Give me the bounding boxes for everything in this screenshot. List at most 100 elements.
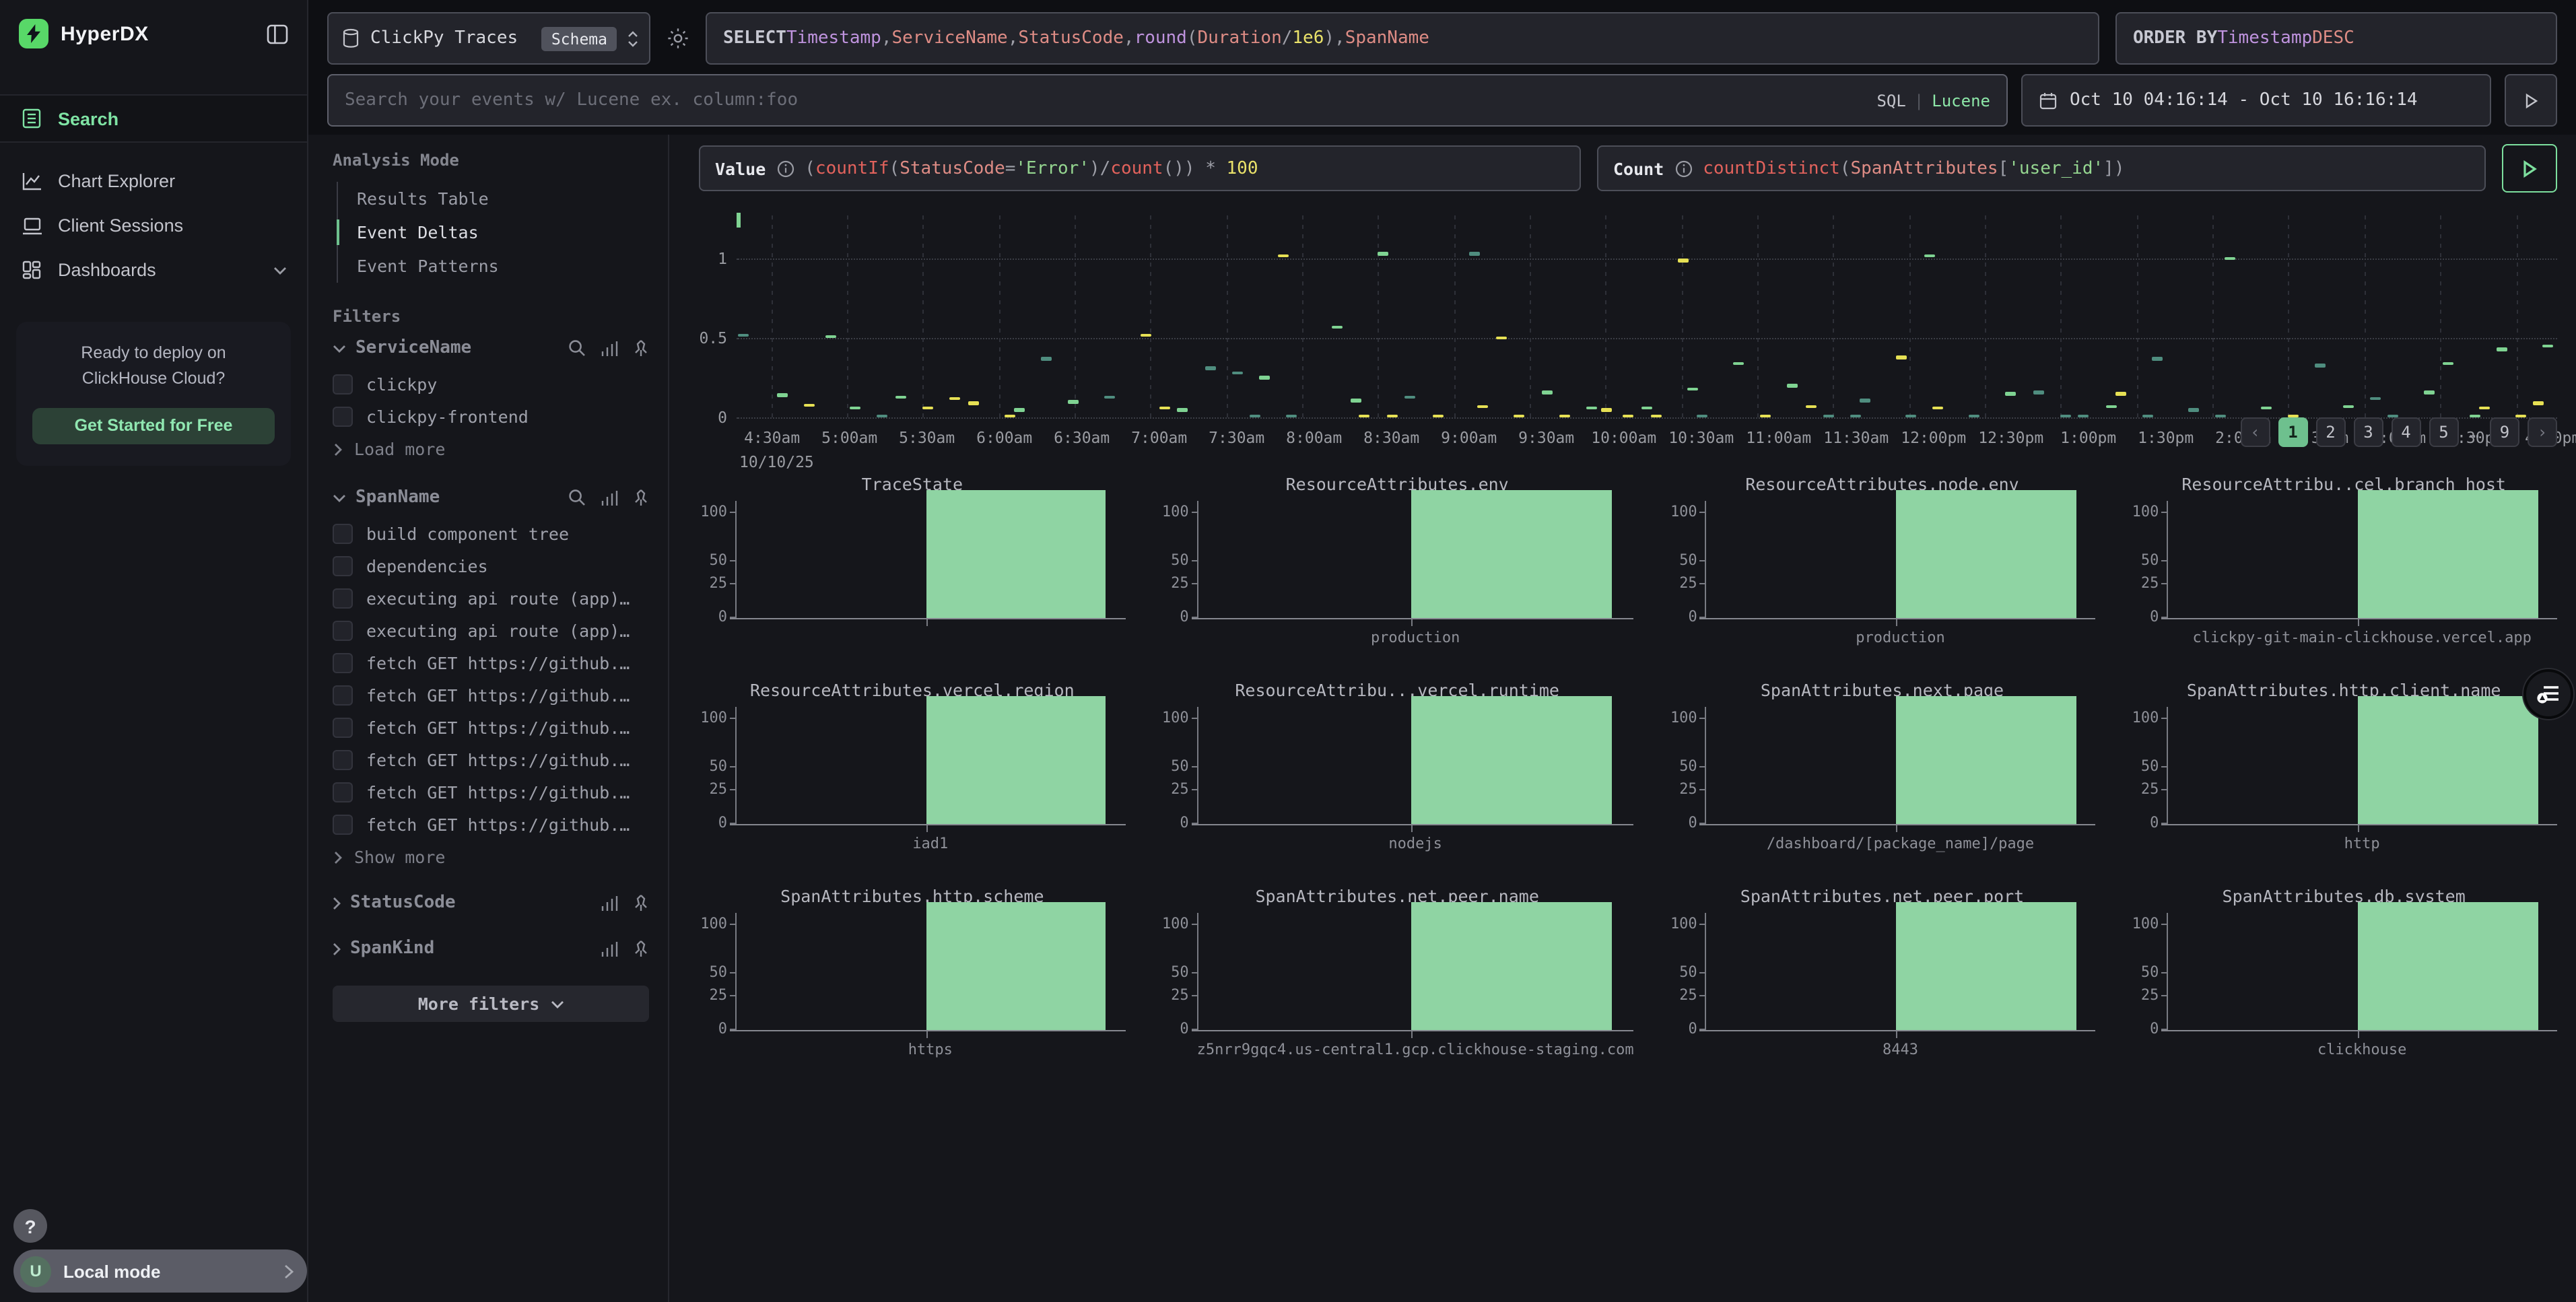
- sidebar-item-chart-explorer[interactable]: Chart Explorer: [0, 159, 307, 203]
- attribute-chart[interactable]: ResourceAttributes.node.env10050250produ…: [1669, 474, 2096, 649]
- filter-item[interactable]: executing api route (app)…: [333, 588, 649, 609]
- next-page-button[interactable]: ›: [2528, 417, 2557, 447]
- page-button[interactable]: 3: [2354, 417, 2383, 447]
- get-started-button[interactable]: Get Started for Free: [32, 408, 275, 444]
- checkbox[interactable]: [333, 718, 353, 738]
- filter-section-statuscode[interactable]: StatusCode: [333, 893, 649, 913]
- x-axis-line: [1192, 617, 1634, 619]
- filter-item[interactable]: fetch GET https://github.…: [333, 653, 649, 673]
- pin-icon[interactable]: [633, 489, 649, 506]
- filter-item[interactable]: fetch GET https://github.…: [333, 718, 649, 738]
- analysis-mode-item[interactable]: Event Deltas: [338, 215, 649, 249]
- prev-page-button[interactable]: ‹: [2241, 417, 2270, 447]
- bar-chart-icon[interactable]: [601, 489, 618, 506]
- query-language-toggle[interactable]: SQL | Lucene: [1876, 91, 1990, 110]
- page-button[interactable]: 5: [2429, 417, 2459, 447]
- lucene-mode-option[interactable]: Lucene: [1932, 91, 1990, 110]
- checkbox[interactable]: [333, 750, 353, 770]
- filter-item[interactable]: fetch GET https://github.…: [333, 815, 649, 835]
- analysis-mode-item[interactable]: Event Patterns: [338, 249, 649, 283]
- filter-item[interactable]: executing api route (app)…: [333, 621, 649, 641]
- checkbox[interactable]: [333, 621, 353, 641]
- value-expression-input[interactable]: Value (countIf(StatusCode='Error')/count…: [699, 145, 1581, 191]
- sql-select-input[interactable]: SELECT Timestamp, ServiceName, StatusCod…: [706, 12, 2099, 65]
- filter-item[interactable]: fetch GET https://github.…: [333, 750, 649, 770]
- gear-icon[interactable]: [667, 27, 689, 50]
- filter-section-spanname[interactable]: SpanName: [333, 487, 649, 508]
- more-filters-button[interactable]: More filters: [333, 986, 649, 1022]
- page-button[interactable]: 4: [2392, 417, 2421, 447]
- sidebar-item-client-sessions[interactable]: Client Sessions: [0, 203, 307, 248]
- attribute-chart[interactable]: ResourceAttributes.vercel.region10050250…: [699, 680, 1126, 855]
- attribute-chart[interactable]: TraceState10050250: [699, 474, 1126, 649]
- attribute-chart[interactable]: SpanAttributes.next.page10050250/dashboa…: [1669, 680, 2096, 855]
- bar[interactable]: [1411, 491, 1613, 617]
- bar[interactable]: [2358, 491, 2538, 617]
- search-icon[interactable]: [568, 339, 586, 357]
- attribute-chart[interactable]: SpanAttributes.db.system10050250clickhou…: [2130, 886, 2557, 1061]
- checkbox[interactable]: [333, 556, 353, 576]
- pin-icon[interactable]: [633, 894, 649, 912]
- sidebar-item-search[interactable]: Search: [0, 94, 307, 143]
- filter-item[interactable]: fetch GET https://github.…: [333, 782, 649, 802]
- filter-section-spankind[interactable]: SpanKind: [333, 938, 649, 959]
- filter-item[interactable]: clickpy: [333, 374, 649, 395]
- checkbox[interactable]: [333, 524, 353, 544]
- attribute-chart[interactable]: SpanAttributes.net.peer.name10050250z5nr…: [1161, 886, 1634, 1061]
- date-range-picker[interactable]: Oct 10 04:16:14 - Oct 10 16:16:14: [2021, 74, 2491, 127]
- bar[interactable]: [926, 491, 1106, 617]
- checkbox[interactable]: [333, 588, 353, 609]
- bar[interactable]: [926, 903, 1106, 1029]
- page-button[interactable]: 9: [2490, 417, 2519, 447]
- search-icon[interactable]: [568, 489, 586, 506]
- filter-section-servicename[interactable]: ServiceName: [333, 338, 649, 358]
- load-more-toggle[interactable]: Show more: [333, 847, 649, 867]
- analysis-mode-item[interactable]: Results Table: [338, 182, 649, 215]
- attribute-chart[interactable]: ResourceAttribu...vercel.runtime10050250…: [1161, 680, 1634, 855]
- search-input[interactable]: Search your events w/ Lucene ex. column:…: [327, 74, 2008, 127]
- bar[interactable]: [1411, 697, 1613, 823]
- page-button[interactable]: 2: [2316, 417, 2346, 447]
- checkbox[interactable]: [333, 782, 353, 802]
- checkbox[interactable]: [333, 407, 353, 427]
- bar[interactable]: [2358, 903, 2538, 1029]
- chart-options-fab[interactable]: [2523, 669, 2573, 719]
- local-mode-menu[interactable]: U Local mode: [13, 1249, 307, 1293]
- live-tail-button[interactable]: [2505, 74, 2557, 127]
- attribute-chart[interactable]: ResourceAttribu..cel.branch_host10050250…: [2130, 474, 2557, 649]
- filter-item[interactable]: fetch GET https://github.…: [333, 685, 649, 706]
- attribute-chart[interactable]: SpanAttributes.http.client.name10050250h…: [2130, 680, 2557, 855]
- bar-chart-icon[interactable]: [601, 940, 618, 957]
- bar[interactable]: [1897, 903, 2076, 1029]
- delta-chart-plot[interactable]: 10.50: [737, 215, 2557, 417]
- checkbox[interactable]: [333, 815, 353, 835]
- data-source-select[interactable]: ClickPy Traces Schema: [327, 12, 650, 65]
- filter-item[interactable]: clickpy-frontend: [333, 407, 649, 427]
- order-by-input[interactable]: ORDER BY Timestamp DESC: [2115, 12, 2557, 65]
- checkbox[interactable]: [333, 685, 353, 706]
- filter-item[interactable]: build component tree: [333, 524, 649, 544]
- page-button[interactable]: 1: [2278, 417, 2308, 447]
- sql-mode-option[interactable]: SQL: [1876, 91, 1905, 110]
- bar-chart-icon[interactable]: [601, 895, 618, 911]
- run-query-button[interactable]: [2502, 144, 2557, 193]
- bar[interactable]: [2358, 697, 2538, 823]
- pin-icon[interactable]: [633, 339, 649, 357]
- attribute-chart[interactable]: SpanAttributes.http.scheme10050250https: [699, 886, 1126, 1061]
- help-button[interactable]: ?: [13, 1209, 47, 1243]
- checkbox[interactable]: [333, 653, 353, 673]
- attribute-chart[interactable]: SpanAttributes.net.peer.port100502508443: [1669, 886, 2096, 1061]
- bar[interactable]: [1897, 491, 2076, 617]
- attribute-chart[interactable]: ResourceAttributes.env10050250production: [1161, 474, 1634, 649]
- bar[interactable]: [926, 697, 1106, 823]
- bar[interactable]: [1411, 903, 1613, 1029]
- sidebar-collapse-icon[interactable]: [267, 24, 288, 44]
- sidebar-item-dashboards[interactable]: Dashboards: [0, 248, 307, 292]
- count-expression-input[interactable]: Count countDistinct(SpanAttributes['user…: [1597, 145, 2486, 191]
- bar[interactable]: [1897, 697, 2076, 823]
- load-more-toggle[interactable]: Load more: [333, 439, 649, 459]
- filter-item[interactable]: dependencies: [333, 556, 649, 576]
- bar-chart-icon[interactable]: [601, 340, 618, 356]
- checkbox[interactable]: [333, 374, 353, 395]
- pin-icon[interactable]: [633, 940, 649, 957]
